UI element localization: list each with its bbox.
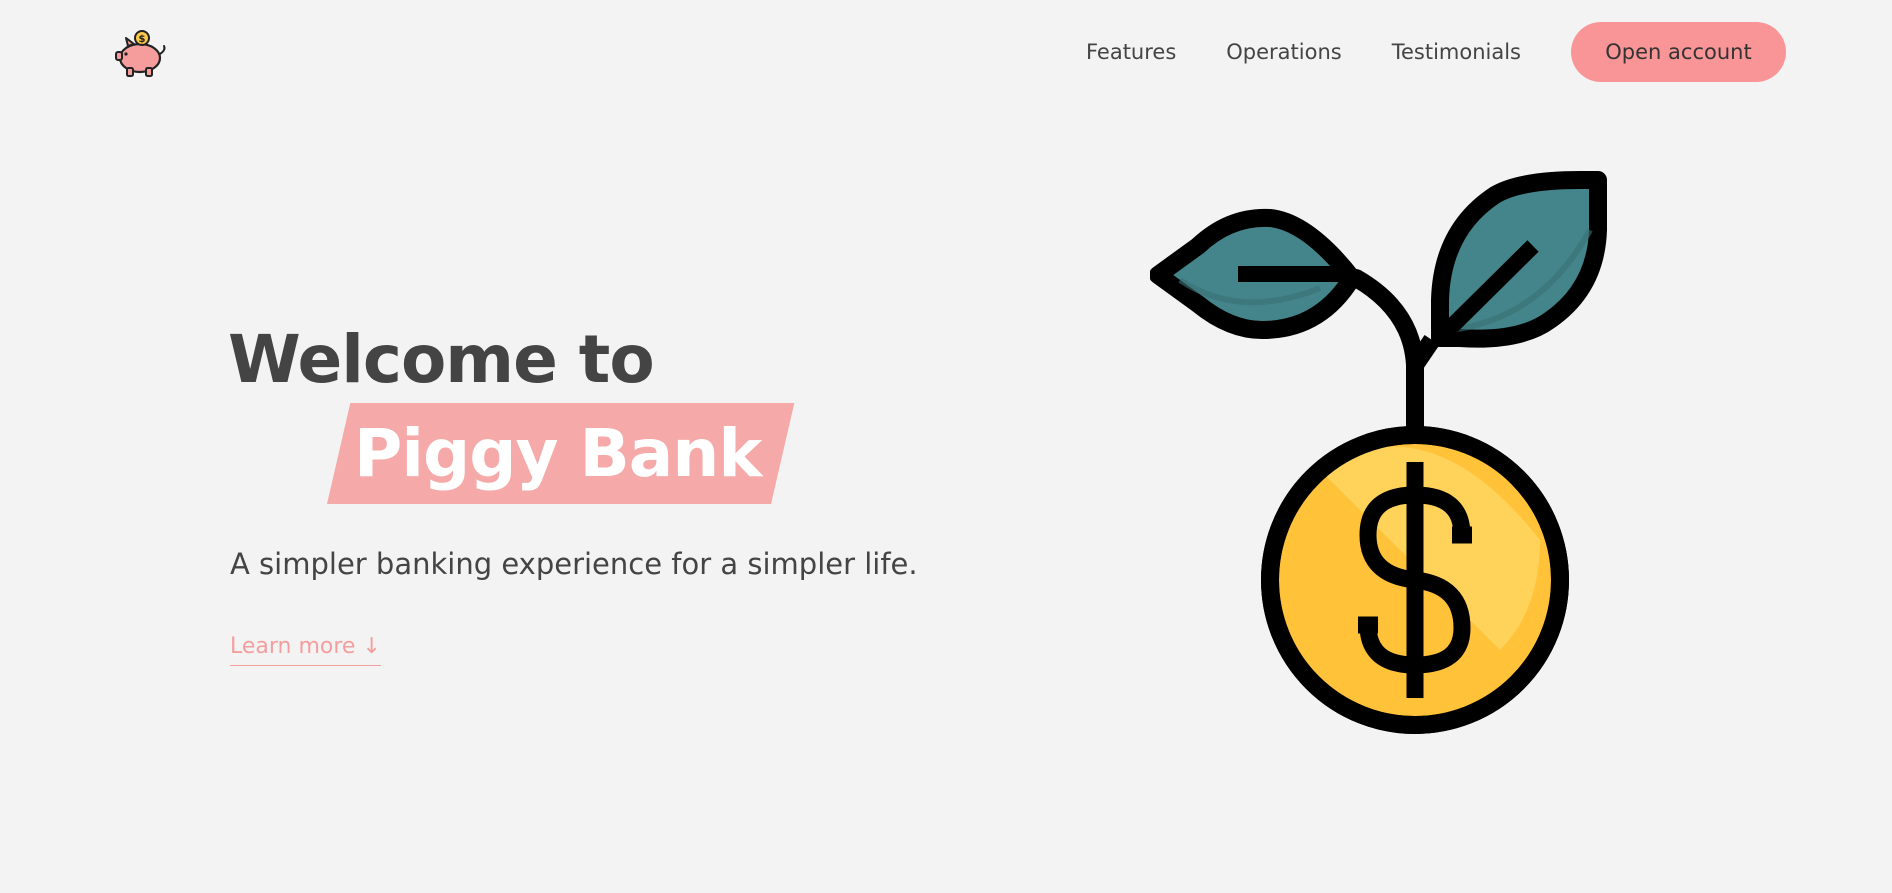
learn-more-link[interactable]: Learn more ↓ [230,632,381,666]
navigation-bar: $ Features Operations Testimonials Open … [0,0,1892,104]
hero-title: Welcome to [228,321,655,398]
hero-subtitle: A simpler banking experience for a simpl… [230,547,918,581]
nav-link-features[interactable]: Features [1086,40,1176,64]
hero-title-highlight: Piggy Bank [354,415,762,492]
piggy-bank-icon[interactable]: $ [110,28,170,78]
nav-links: Features Operations Testimonials Open ac… [1086,22,1786,82]
nav-link-testimonials[interactable]: Testimonials [1392,40,1521,64]
nav-link-operations[interactable]: Operations [1226,40,1341,64]
svg-text:$: $ [139,34,146,45]
open-account-button[interactable]: Open account [1571,22,1786,82]
money-plant-coin-icon [1150,171,1607,734]
